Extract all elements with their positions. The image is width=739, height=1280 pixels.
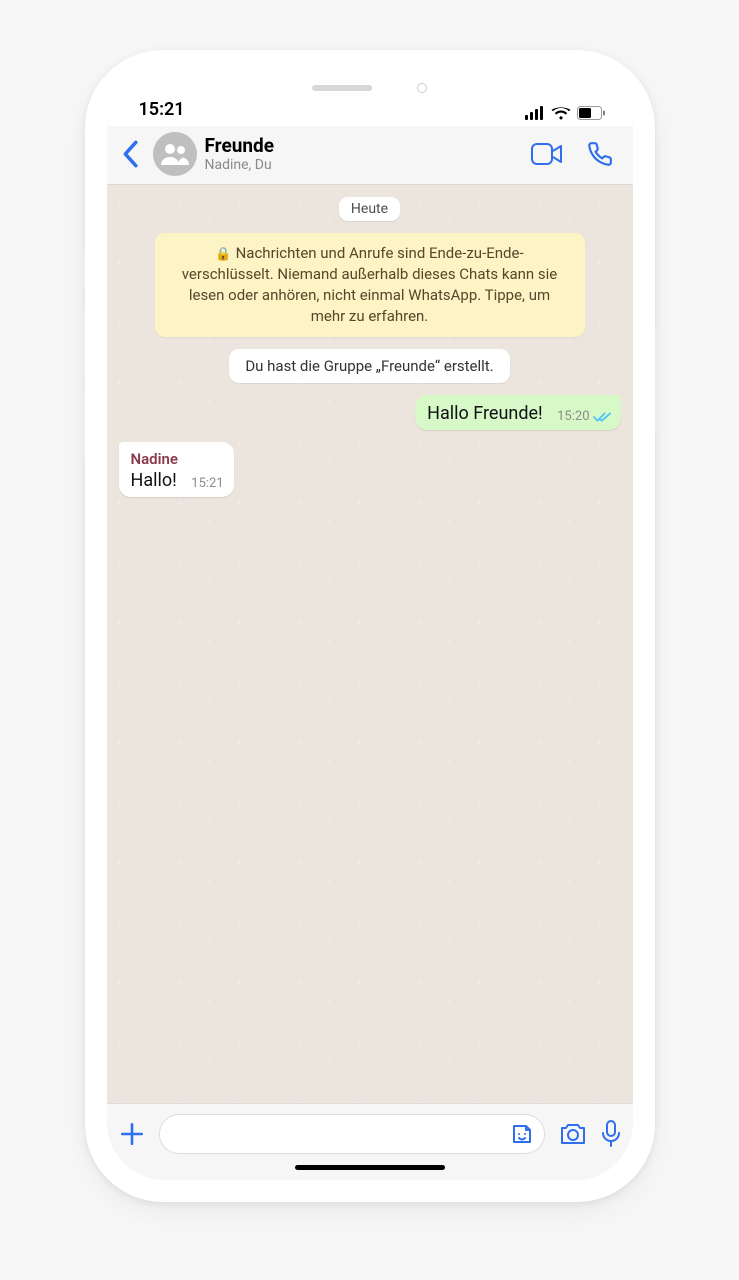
chat-title-block[interactable]: Freunde Nadine, Du xyxy=(205,135,515,173)
message-bubble-incoming[interactable]: Nadine Hallo! 15:21 xyxy=(119,442,234,497)
wifi-icon xyxy=(551,106,571,120)
back-button[interactable] xyxy=(115,140,145,168)
status-time: 15:21 xyxy=(139,99,185,120)
read-receipt-icon xyxy=(593,411,611,423)
battery-icon xyxy=(577,106,605,120)
camera-button[interactable] xyxy=(559,1122,587,1146)
video-call-button[interactable] xyxy=(523,137,571,171)
volume-up-button xyxy=(81,310,85,378)
cellular-signal-icon xyxy=(525,106,545,120)
chat-header: Freunde Nadine, Du xyxy=(107,126,633,185)
message-text: Hallo Freunde! xyxy=(427,403,543,424)
message-row: Hallo Freunde! 15:20 xyxy=(119,395,621,430)
message-meta: 15:21 xyxy=(191,476,223,491)
notch xyxy=(270,72,470,104)
system-message: Du hast die Gruppe „Freunde“ erstellt. xyxy=(229,349,509,383)
front-camera xyxy=(417,83,427,93)
screen: 15:21 xyxy=(107,72,633,1180)
volume-down-button xyxy=(81,390,85,458)
chat-area[interactable]: Heute 🔒Nachrichten und Anrufe sind Ende-… xyxy=(107,185,633,1103)
message-bubble-outgoing[interactable]: Hallo Freunde! 15:20 xyxy=(415,395,620,430)
message-meta: 15:20 xyxy=(557,409,610,424)
lock-icon: 🔒 xyxy=(215,247,231,262)
message-time: 15:21 xyxy=(191,476,223,491)
message-input[interactable] xyxy=(159,1114,545,1154)
message-time: 15:20 xyxy=(557,409,589,424)
speaker-grill xyxy=(312,85,372,91)
sticker-button[interactable] xyxy=(510,1122,534,1146)
voice-call-button[interactable] xyxy=(579,135,621,173)
date-separator: Heute xyxy=(339,197,400,221)
encryption-notice[interactable]: 🔒Nachrichten und Anrufe sind Ende-zu-End… xyxy=(155,233,585,337)
attach-button[interactable] xyxy=(119,1121,145,1147)
status-indicators xyxy=(525,106,605,120)
mute-switch xyxy=(81,250,85,288)
group-avatar[interactable] xyxy=(153,132,197,176)
group-icon xyxy=(161,143,189,165)
power-button xyxy=(655,330,659,430)
message-sender: Nadine xyxy=(131,450,224,468)
microphone-button[interactable] xyxy=(601,1120,621,1148)
phone-frame: 15:21 xyxy=(85,50,655,1202)
system-message-text: Du hast die Gruppe „Freunde“ erstellt. xyxy=(245,357,493,375)
message-text: Hallo! xyxy=(131,470,177,491)
encryption-text: Nachrichten und Anrufe sind Ende-zu-Ende… xyxy=(182,244,558,325)
home-indicator[interactable] xyxy=(295,1165,445,1170)
chat-subtitle: Nadine, Du xyxy=(205,157,515,173)
date-label: Heute xyxy=(351,201,388,217)
message-row: Nadine Hallo! 15:21 xyxy=(119,442,621,497)
chat-title: Freunde xyxy=(205,135,515,157)
